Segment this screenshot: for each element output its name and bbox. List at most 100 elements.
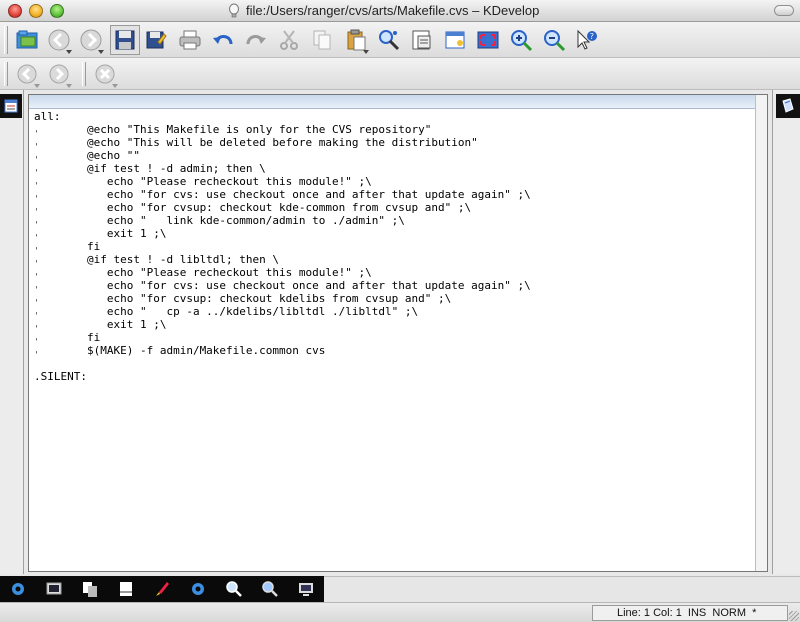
class-browser-button[interactable]: [407, 25, 437, 55]
code-line[interactable]: ˌ @if test ! -d libltdl; then \: [34, 253, 744, 266]
dropdown-arrow-icon[interactable]: [98, 50, 104, 54]
toolbar-grip[interactable]: [4, 26, 8, 54]
code-line-text: all:: [34, 110, 61, 123]
undo-button[interactable]: [208, 25, 238, 55]
toolbar-grip[interactable]: [82, 62, 86, 86]
save-button[interactable]: [110, 25, 140, 55]
dock-settings-button[interactable]: [180, 576, 216, 602]
dock-empty-area: [324, 576, 800, 602]
code-line[interactable]: ˌ echo "Please recheckout this module!" …: [34, 175, 744, 188]
stop-button[interactable]: [90, 59, 120, 89]
dropdown-arrow-icon[interactable]: [66, 50, 72, 54]
dropdown-arrow-icon[interactable]: [34, 84, 40, 88]
dock-gear-button[interactable]: [0, 576, 36, 602]
redo-icon: [246, 35, 266, 45]
history-back-button[interactable]: [12, 59, 42, 89]
paste-button[interactable]: [341, 25, 371, 55]
dock-computer-button[interactable]: [288, 576, 324, 602]
code-line[interactable]: ˌ echo "for cvs: use checkout once and a…: [34, 279, 744, 292]
line-marker-icon: ˌ: [34, 202, 40, 212]
find-button[interactable]: [374, 25, 404, 55]
find-icon: [379, 30, 400, 51]
code-line[interactable]: ˌ fi: [34, 240, 744, 253]
save-all-button[interactable]: [141, 25, 171, 55]
line-marker-icon: ˌ: [34, 215, 40, 225]
code-line-text: exit 1 ;\: [34, 227, 167, 240]
code-line-text: @if test ! -d admin; then \: [34, 162, 266, 175]
code-line[interactable]: ˌ @echo "This Makefile is only for the C…: [34, 123, 744, 136]
fullscreen-button[interactable]: [473, 25, 503, 55]
dropdown-arrow-icon[interactable]: [112, 84, 118, 88]
save-icon: [115, 30, 135, 50]
zoom-in-button[interactable]: [506, 25, 536, 55]
copy-button[interactable]: [307, 25, 337, 55]
class-browser-icon: [412, 30, 431, 50]
resize-grip-icon[interactable]: [789, 611, 799, 621]
line-marker-icon: ˌ: [34, 176, 40, 186]
code-line[interactable]: ˌ echo "Please recheckout this module!" …: [34, 266, 744, 279]
open-project-icon: [16, 30, 38, 49]
open-project-button[interactable]: [12, 25, 42, 55]
gear-icon: [12, 583, 24, 595]
line-marker-icon: ˌ: [34, 124, 40, 134]
redo-button[interactable]: [241, 25, 271, 55]
dock-search-button[interactable]: [216, 576, 252, 602]
code-line[interactable]: ˌ exit 1 ;\: [34, 227, 744, 240]
close-window-button[interactable]: [8, 4, 22, 18]
code-line[interactable]: ˌ @if test ! -d admin; then \: [34, 162, 744, 175]
code-line[interactable]: [34, 357, 744, 370]
dock-inspect-button[interactable]: [252, 576, 288, 602]
file-list-tab[interactable]: [0, 94, 22, 118]
zoom-window-button[interactable]: [50, 4, 64, 18]
documentation-tab[interactable]: [776, 94, 800, 118]
dock-rocket-button[interactable]: [144, 576, 180, 602]
line-marker-icon: ˌ: [34, 293, 40, 303]
forward-button[interactable]: [76, 25, 106, 55]
inspect-icon: [262, 581, 278, 597]
minimize-window-button[interactable]: [29, 4, 43, 18]
code-line[interactable]: ˌ fi: [34, 331, 744, 344]
code-line[interactable]: ˌ @echo "": [34, 149, 744, 162]
code-line-text: fi: [34, 331, 101, 344]
whats-this-button[interactable]: ?: [571, 25, 601, 55]
dropdown-arrow-icon[interactable]: [363, 50, 369, 54]
save-all-icon: [146, 31, 167, 49]
code-editor[interactable]: all: ˌ @echo "This Makefile is only for t…: [28, 94, 768, 572]
dropdown-arrow-icon[interactable]: [66, 84, 72, 88]
code-line-text: echo "Please recheckout this module!" ;\: [34, 175, 372, 188]
history-forward-icon: [49, 64, 69, 84]
code-line[interactable]: ˌ echo " cp -a ../kdelibs/libltdl ./libl…: [34, 305, 744, 318]
code-line-text: echo " cp -a ../kdelibs/libltdl ./libltd…: [34, 305, 419, 318]
line-marker-icon: ˌ: [34, 306, 40, 316]
dock-pages-button[interactable]: [72, 576, 108, 602]
code-line[interactable]: ˌ echo " link kde-common/admin to ./admi…: [34, 214, 744, 227]
dock-monitor-button[interactable]: [36, 576, 72, 602]
code-line[interactable]: ˌ echo "for cvsup: checkout kde-common f…: [34, 201, 744, 214]
print-button[interactable]: [175, 25, 205, 55]
code-line[interactable]: ˌ echo "for cvsup: checkout kdelibs from…: [34, 292, 744, 305]
new-window-button[interactable]: [440, 25, 470, 55]
code-line[interactable]: all:: [34, 110, 744, 123]
dock-document-button[interactable]: [108, 576, 144, 602]
code-line[interactable]: .SILENT:: [34, 370, 744, 383]
history-back-icon: [17, 64, 37, 84]
print-icon: [179, 30, 201, 50]
code-line-text: exit 1 ;\: [34, 318, 167, 331]
lightbulb-icon: [229, 3, 239, 18]
code-line[interactable]: ˌ exit 1 ;\: [34, 318, 744, 331]
code-line[interactable]: ˌ echo "for cvs: use checkout once and a…: [34, 188, 744, 201]
code-text-area[interactable]: all: ˌ @echo "This Makefile is only for t…: [34, 110, 744, 383]
cut-icon: [280, 30, 298, 50]
editor-scrollbar[interactable]: [755, 95, 767, 571]
code-line-text: $(MAKE) -f admin/Makefile.common cvs: [34, 344, 326, 357]
zoom-out-button[interactable]: [539, 25, 569, 55]
toolbar-toggle-button[interactable]: [774, 5, 794, 16]
history-forward-button[interactable]: [44, 59, 74, 89]
cut-button[interactable]: [274, 25, 304, 55]
code-line[interactable]: ˌ @echo "This will be deleted before mak…: [34, 136, 744, 149]
toolbar-grip[interactable]: [4, 62, 8, 86]
back-button[interactable]: [44, 25, 74, 55]
main-toolbar: ?: [0, 22, 800, 58]
code-line[interactable]: ˌ $(MAKE) -f admin/Makefile.common cvs: [34, 344, 744, 357]
new-window-icon: [445, 31, 465, 49]
